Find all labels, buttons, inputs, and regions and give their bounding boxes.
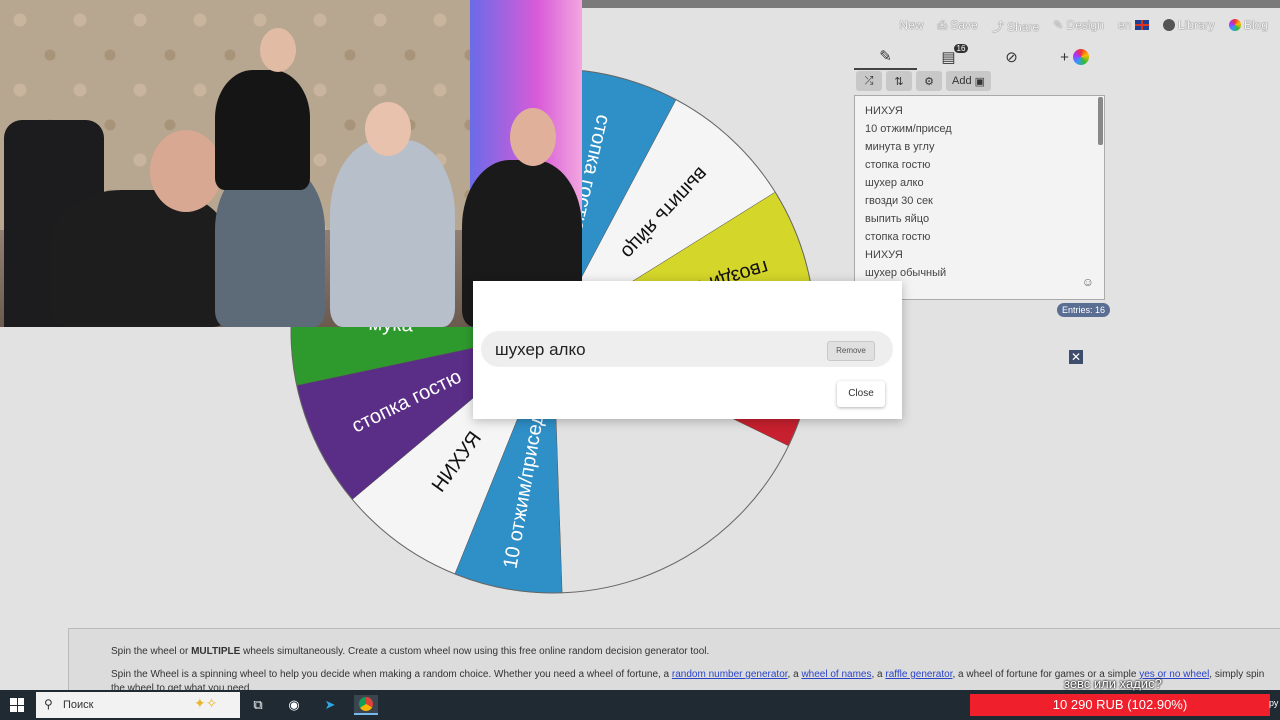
library-button[interactable]: Library xyxy=(1162,18,1215,35)
entry-item[interactable]: стопка гостю xyxy=(865,228,1094,246)
add-image-button[interactable]: Add ▣ xyxy=(946,71,992,91)
design-button[interactable]: ✎ Design xyxy=(1053,18,1104,35)
close-button[interactable]: Close xyxy=(837,381,885,407)
tab-hidden[interactable]: ⊘ xyxy=(980,44,1043,70)
new-label: New xyxy=(899,18,924,32)
color-wheel-icon xyxy=(1072,49,1089,65)
blog-button[interactable]: Blog xyxy=(1228,18,1268,35)
tab-add-wheel[interactable]: + xyxy=(1043,44,1106,70)
tab-edit[interactable]: ✎ xyxy=(854,44,917,70)
clipboard-icon: ▤ xyxy=(941,49,956,66)
language-label: en xyxy=(1117,18,1132,32)
description-line-1: Spin the wheel or MULTIPLE wheels simult… xyxy=(111,646,710,657)
winner-text: шухер алко xyxy=(495,340,586,359)
plus-icon: + xyxy=(1060,48,1069,66)
save-label: Save xyxy=(950,18,978,32)
entries-scrollbar[interactable] xyxy=(1098,97,1103,145)
search-icon: ⚲ xyxy=(44,697,53,711)
pencil-icon: ✎ xyxy=(879,48,892,65)
telegram-icon[interactable]: ➤ xyxy=(320,695,340,715)
sparkle-icon: ✦✧ xyxy=(194,695,218,711)
design-label: Design xyxy=(1066,18,1104,32)
obs-icon[interactable]: ◉ xyxy=(284,695,304,715)
entry-item[interactable]: НИХУЯ xyxy=(865,102,1094,120)
tab-results[interactable]: ▤ 16 xyxy=(917,44,980,70)
entries-list: НИХУЯ 10 отжим/присед минута в углу стопка … xyxy=(855,96,1104,299)
save-icon: ⎙ xyxy=(937,18,948,32)
entry-item[interactable]: шухер обычный xyxy=(865,264,1094,282)
new-button[interactable]: New xyxy=(899,18,923,35)
share-button[interactable]: ⤴ Share xyxy=(992,18,1039,35)
wheel-page: стопка гостювыпить яйцогвозди 30 секмину… xyxy=(0,0,1280,690)
person-head xyxy=(365,102,411,156)
top-nav: New ⎙ Save ⤴ Share ✎ Design en Library B… xyxy=(899,18,1268,35)
person-head xyxy=(260,28,296,72)
windows-start-icon[interactable] xyxy=(10,698,24,712)
wheel-of-names-link[interactable]: wheel of names xyxy=(801,669,871,680)
winner-dialog: шухер алко Remove Close xyxy=(473,281,902,419)
taskbar-search[interactable]: ⚲ Поиск ✦✧ xyxy=(36,692,240,718)
emoji-icon[interactable]: ☺ xyxy=(1082,275,1094,289)
save-button[interactable]: ⎙ Save xyxy=(937,18,977,35)
person-head xyxy=(510,108,556,166)
person-streamer xyxy=(50,190,230,327)
person-hoodie xyxy=(330,140,455,327)
person-standing xyxy=(215,70,310,190)
language-button[interactable]: en xyxy=(1118,18,1149,35)
entry-item[interactable]: выпить яйцо xyxy=(865,210,1094,228)
winner-field: шухер алко Remove xyxy=(481,331,893,367)
results-badge: 16 xyxy=(953,44,969,53)
keyboard-language: ру xyxy=(1269,698,1279,708)
chrome-icon[interactable] xyxy=(354,695,378,715)
share-icon: ⤴ xyxy=(991,20,1004,34)
settings-button[interactable]: ⚙ xyxy=(916,71,942,91)
entry-item[interactable]: стопка гостю xyxy=(865,156,1094,174)
shuffle-icon: ⤮ xyxy=(864,74,874,87)
stream-caption: зевс или хадис? xyxy=(1064,676,1162,691)
search-label: Поиск xyxy=(63,699,94,711)
close-icon[interactable]: ✕ xyxy=(1069,350,1083,364)
editor-tabs: ✎ ▤ 16 ⊘ + xyxy=(854,44,1106,70)
image-icon: ▣ xyxy=(974,75,986,88)
entries-textarea[interactable]: НИХУЯ 10 отжим/присед минута в углу стопка … xyxy=(854,95,1105,300)
entry-item[interactable]: гвозди 30 сек xyxy=(865,192,1094,210)
donation-bar: 10 290 RUB (102.90%) xyxy=(970,694,1270,716)
shuffle-button[interactable]: ⤮ xyxy=(856,71,882,91)
eye-slash-icon: ⊘ xyxy=(1005,49,1018,66)
color-wheel-icon xyxy=(1228,19,1241,31)
entries-count-badge: Entries: 16 xyxy=(1057,303,1111,317)
gear-icon: ⚙ xyxy=(924,75,934,88)
library-label: Library xyxy=(1177,18,1215,32)
blog-label: Blog xyxy=(1243,18,1268,32)
raffle-generator-link[interactable]: raffle generator xyxy=(885,669,952,680)
sort-button[interactable]: ⇅ xyxy=(886,71,912,91)
sort-icon: ⇅ xyxy=(894,75,904,88)
entry-tools: ⤮ ⇅ ⚙ Add ▣ xyxy=(856,71,992,91)
person-head xyxy=(150,130,222,212)
globe-icon xyxy=(1162,19,1175,31)
uk-flag-icon xyxy=(1134,20,1149,30)
entry-item[interactable]: шухер алко xyxy=(865,174,1094,192)
entry-item[interactable]: минута в углу xyxy=(865,138,1094,156)
entry-item[interactable]: НИХУЯ xyxy=(865,246,1094,264)
entry-item[interactable]: 10 отжим/присед xyxy=(865,120,1094,138)
webcam-overlay xyxy=(0,0,582,327)
share-label: Share xyxy=(1007,20,1040,34)
palette-icon: ✎ xyxy=(1053,18,1064,32)
remove-button[interactable]: Remove xyxy=(827,341,875,361)
random-number-link[interactable]: random number generator xyxy=(672,669,788,680)
add-label: Add xyxy=(952,75,972,87)
task-view-icon[interactable]: ⧉ xyxy=(248,695,268,715)
